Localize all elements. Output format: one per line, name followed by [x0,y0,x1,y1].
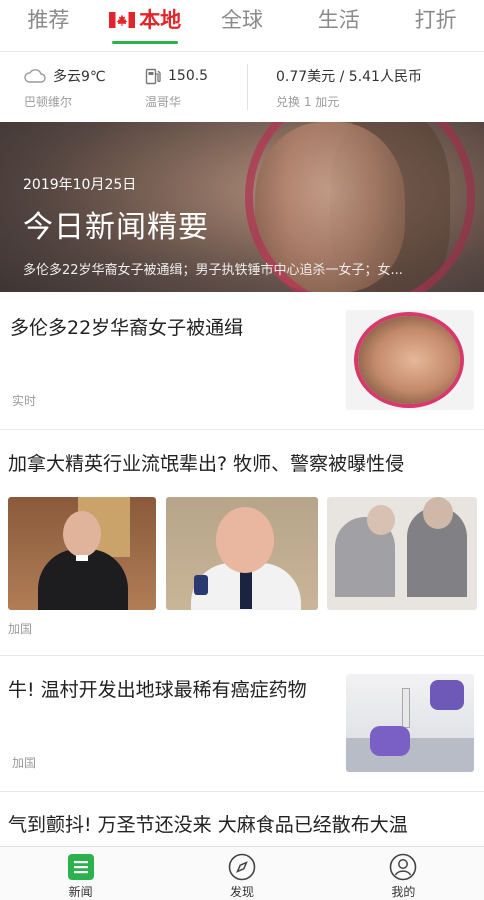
fuel-price-widget[interactable]: 150.5 温哥华 [122,52,247,122]
active-tab-indicator [112,40,179,44]
tab-label: 全球 [220,7,263,32]
canada-flag-icon [109,11,136,28]
news-headline: 气到颤抖! 万圣节还没来 大麻食品已经散布大温 [8,814,408,836]
daily-briefing-banner[interactable]: 2019年10月25日 今日新闻精要 多伦多22岁华裔女子被通缉；男子执铁锤市中… [0,122,484,292]
info-bar: 多云9℃ 巴顿维尔 150.5 温哥华 0.77美元 / 5.41人民币 兑换 … [0,52,484,122]
compass-icon [228,853,256,881]
weather-widget[interactable]: 多云9℃ 巴顿维尔 [0,52,122,122]
news-item[interactable]: 牛! 温村开发出地球最稀有癌症药物 加国 [0,656,484,792]
nav-discover[interactable]: 发现 [161,847,322,900]
news-thumbnail [8,497,156,610]
exchange-rate-widget[interactable]: 0.77美元 / 5.41人民币 兑换 1 加元 [248,52,484,122]
news-thumbnail [346,674,474,772]
tab-recommended[interactable]: 推荐 [0,0,97,52]
bottom-navigation: 新闻 发现 我的 [0,846,484,900]
banner-title: 今日新闻精要 [23,210,209,245]
weather-location: 巴顿维尔 [24,95,73,109]
tab-label: 生活 [317,7,360,32]
exchange-rate-label: 兑换 1 加元 [276,95,340,109]
tab-global[interactable]: 全球 [194,0,291,52]
fuel-price-value: 150.5 [168,68,209,84]
banner-date: 2019年10月25日 [23,177,137,193]
cloud-icon [24,69,46,83]
banner-summary: 多伦多22岁华裔女子被通缉；男子执铁锤市中心追杀一女子；女... [23,263,403,278]
news-headline: 牛! 温村开发出地球最稀有癌症药物 [8,679,307,701]
news-tag: 加国 [8,622,33,636]
gas-pump-icon [145,68,161,84]
tab-discount[interactable]: 打折 [387,0,484,52]
nav-me[interactable]: 我的 [323,847,484,900]
news-tag: 加国 [12,756,37,770]
nav-label: 发现 [229,885,254,899]
news-item[interactable]: 多伦多22岁华裔女子被通缉 实时 [0,292,484,430]
weather-value: 多云9℃ [53,69,106,85]
news-item[interactable]: 气到颤抖! 万圣节还没来 大麻食品已经散布大温 [0,792,484,846]
tab-label: 打折 [414,7,457,32]
tab-life[interactable]: 生活 [290,0,387,52]
nav-label: 新闻 [68,885,93,899]
news-headline: 多伦多22岁华裔女子被通缉 [10,317,244,339]
tab-label: 推荐 [27,7,70,32]
fuel-location: 温哥华 [145,95,182,109]
news-item[interactable]: 加拿大精英行业流氓辈出? 牧师、警察被曝性侵 加国 [0,430,484,656]
user-icon [390,853,417,881]
tab-local[interactable]: 本地 [97,0,194,52]
nav-label: 我的 [391,885,416,899]
news-thumbnail [166,497,318,610]
nav-news[interactable]: 新闻 [0,847,161,900]
tab-label: 本地 [139,7,182,32]
news-thumbnail [327,497,477,610]
news-headline: 加拿大精英行业流氓辈出? 牧师、警察被曝性侵 [8,453,405,475]
exchange-rate-value: 0.77美元 / 5.41人民币 [276,69,422,85]
news-list-icon [67,854,94,880]
news-thumbnail [346,310,474,410]
top-tab-bar: 推荐 本地 全球 生活 打折 [0,0,484,52]
news-tag: 实时 [12,394,37,408]
